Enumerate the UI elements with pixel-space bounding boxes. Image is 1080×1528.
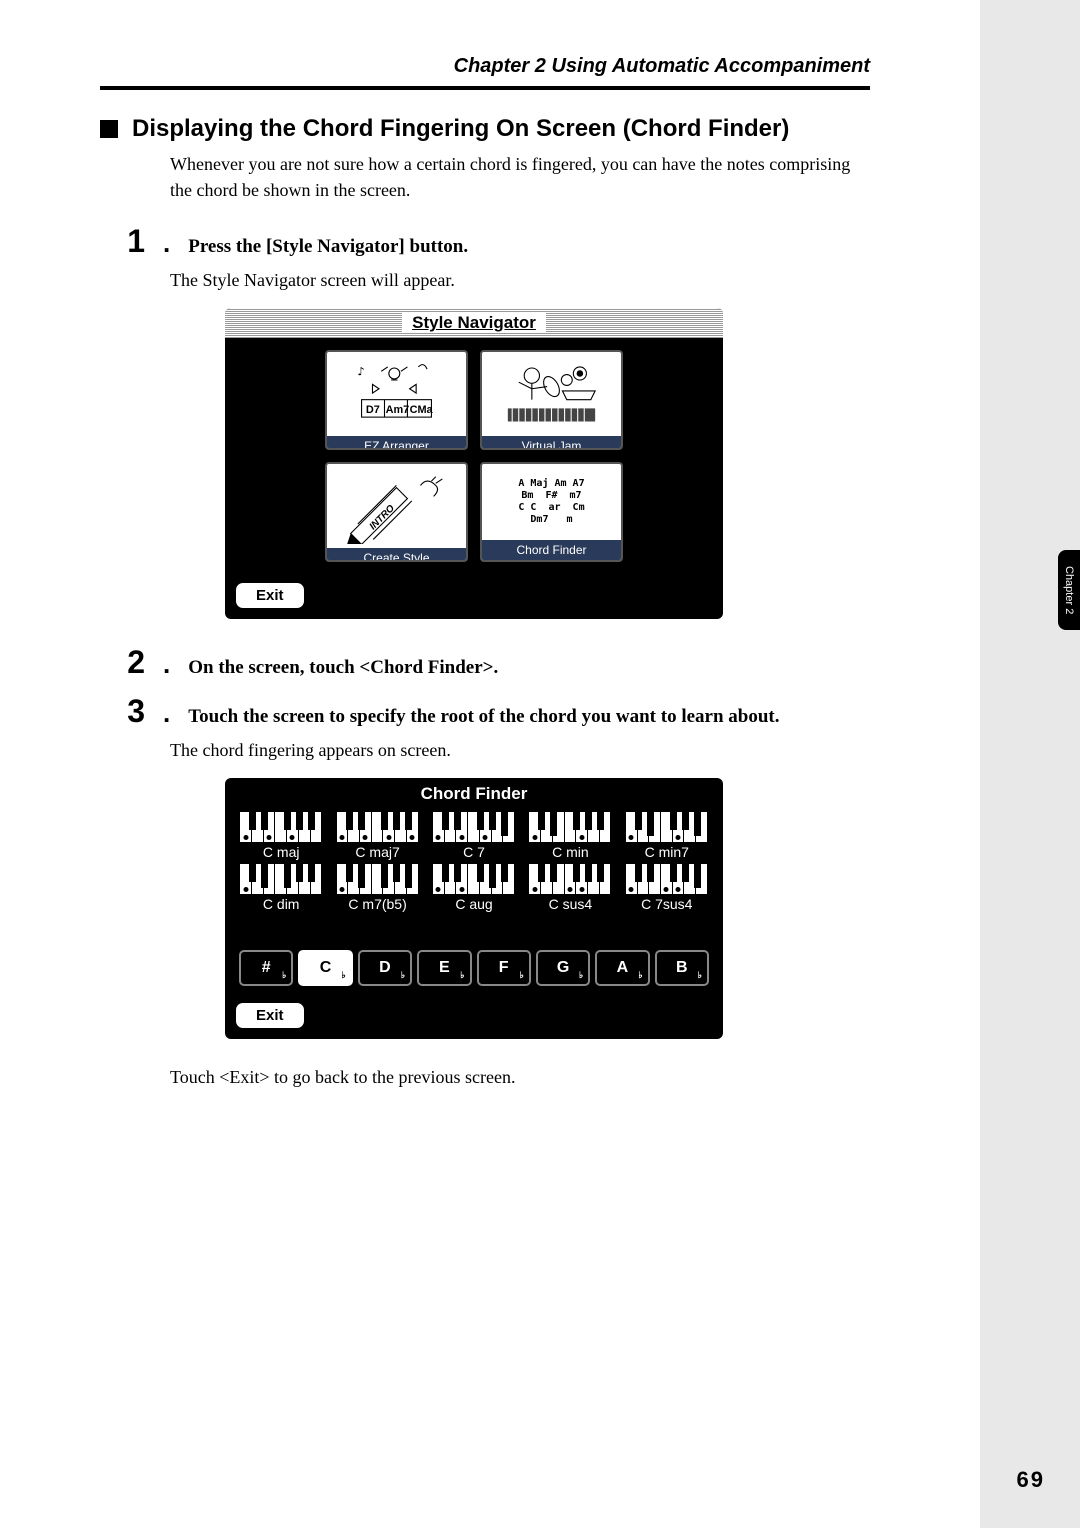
mini-keyboard-icon xyxy=(337,864,419,894)
nav-title-bar: Style Navigator xyxy=(225,308,723,338)
chord-label: C aug xyxy=(432,894,516,912)
side-gutter: Chapter 2 xyxy=(980,0,1080,1528)
page-number: 69 xyxy=(1017,1467,1045,1493)
chord-finder-title: Chord Finder xyxy=(225,778,723,812)
svg-text:CMa: CMa xyxy=(410,404,434,416)
mini-keyboard-icon xyxy=(529,864,611,894)
chord-cell[interactable]: C 7sus4 xyxy=(625,864,709,912)
root-e-button[interactable]: E♭ xyxy=(417,950,471,986)
chord-screen-frame: Chord Finder C maj C maj7 xyxy=(225,778,723,1039)
section-bullet xyxy=(100,120,118,138)
root-b-button[interactable]: B♭ xyxy=(655,950,709,986)
mini-keyboard-icon xyxy=(240,864,322,894)
mini-keyboard-icon xyxy=(433,864,515,894)
closing-text: Touch <Exit> to go back to the previous … xyxy=(170,1064,870,1090)
mini-keyboard-icon xyxy=(433,812,515,842)
mini-keyboard-icon xyxy=(529,812,611,842)
chord-cell[interactable]: C min xyxy=(528,812,612,860)
tile-virtual-jam[interactable]: Virtual Jam xyxy=(480,350,623,450)
chord-footer: Exit xyxy=(225,996,723,1039)
step-3: 3 . Touch the screen to specify the root… xyxy=(100,693,870,731)
chord-cell[interactable]: C aug xyxy=(432,864,516,912)
mini-keyboard-icon xyxy=(626,864,708,894)
nav-screen-frame: Style Navigator ♪ xyxy=(225,308,723,619)
chord-cell[interactable]: C dim xyxy=(239,864,323,912)
chord-cell[interactable]: C maj7 xyxy=(335,812,419,860)
create-style-icon: INTRO xyxy=(331,468,462,544)
tile-ez-arranger[interactable]: ♪ D7 Am7 CMa xyxy=(325,350,468,450)
nav-exit-button[interactable]: Exit xyxy=(235,582,305,609)
tile-cf-label: Chord Finder xyxy=(482,540,621,560)
chord-label: C dim xyxy=(239,894,323,912)
chord-label: C maj xyxy=(239,842,323,860)
step-instruction: Touch the screen to specify the root of … xyxy=(188,704,870,731)
chord-cell[interactable]: C maj xyxy=(239,812,323,860)
step-instruction: On the screen, touch <Chord Finder>. xyxy=(188,655,870,682)
svg-text:D7: D7 xyxy=(366,404,380,416)
tile-cs-label: Create Style xyxy=(327,548,466,562)
chord-cell[interactable]: C m7(b5) xyxy=(335,864,419,912)
root-g-button[interactable]: G♭ xyxy=(536,950,590,986)
step-dot: . xyxy=(163,228,170,259)
tile-vj-label: Virtual Jam xyxy=(482,436,621,450)
chord-finder-screenshot: Chord Finder C maj C maj7 xyxy=(225,778,870,1039)
chapter-side-tab: Chapter 2 xyxy=(1058,550,1080,630)
section-heading-row: Displaying the Chord Fingering On Screen… xyxy=(100,115,870,143)
tile-cf-hint: A Maj Am A7 Bm F# m7 C C ar Cm Dm7 m xyxy=(518,478,584,526)
ez-arranger-icon: ♪ D7 Am7 CMa xyxy=(331,356,462,432)
tile-vj-art xyxy=(482,352,621,436)
style-navigator-screenshot: Style Navigator ♪ xyxy=(225,308,870,619)
chord-label: C 7sus4 xyxy=(625,894,709,912)
section-intro: Whenever you are not sure how a certain … xyxy=(170,151,870,203)
step-dot: . xyxy=(163,698,170,729)
svg-text:♪: ♪ xyxy=(357,365,364,379)
chord-cell[interactable]: C sus4 xyxy=(528,864,612,912)
step-2: 2 . On the screen, touch <Chord Finder>. xyxy=(100,644,870,682)
tile-chord-finder[interactable]: A Maj Am A7 Bm F# m7 C C ar Cm Dm7 m Cho… xyxy=(480,462,623,562)
chord-label: C min7 xyxy=(625,842,709,860)
step-3-sub: The chord fingering appears on screen. xyxy=(170,737,870,763)
tile-cs-art: INTRO xyxy=(327,464,466,548)
root-d-button[interactable]: D♭ xyxy=(358,950,412,986)
step-1: 1 . Press the [Style Navigator] button. xyxy=(100,223,870,261)
chord-label: C maj7 xyxy=(335,842,419,860)
chord-exit-button[interactable]: Exit xyxy=(235,1002,305,1029)
chord-label: C m7(b5) xyxy=(335,894,419,912)
tile-ez-art: ♪ D7 Am7 CMa xyxy=(327,352,466,436)
nav-title: Style Navigator xyxy=(402,313,546,333)
chord-label: C sus4 xyxy=(528,894,612,912)
step-number: 1 xyxy=(100,223,145,260)
svg-text:Am7: Am7 xyxy=(386,404,410,416)
chord-label: C 7 xyxy=(432,842,516,860)
step-1-sub: The Style Navigator screen will appear. xyxy=(170,267,870,293)
chord-cell[interactable]: C 7 xyxy=(432,812,516,860)
page-content: Chapter 2 Using Automatic Accompaniment … xyxy=(100,55,870,1105)
root-note-row: #♭ C♭ D♭ E♭ F♭ G♭ A♭ B♭ xyxy=(225,922,723,996)
chapter-header: Chapter 2 Using Automatic Accompaniment xyxy=(100,55,870,86)
nav-body: ♪ D7 Am7 CMa xyxy=(225,338,723,574)
chord-grid: C maj C maj7 C 7 xyxy=(225,812,723,922)
header-rule xyxy=(100,86,870,90)
chord-label: C min xyxy=(528,842,612,860)
section-title: Displaying the Chord Fingering On Screen… xyxy=(132,115,789,143)
tile-ez-label: EZ Arranger xyxy=(327,436,466,450)
mini-keyboard-icon xyxy=(626,812,708,842)
root-sharp-button[interactable]: #♭ xyxy=(239,950,293,986)
mini-keyboard-icon xyxy=(240,812,322,842)
step-instruction: Press the [Style Navigator] button. xyxy=(188,234,870,261)
step-number: 2 xyxy=(100,644,145,681)
root-a-button[interactable]: A♭ xyxy=(595,950,649,986)
root-f-button[interactable]: F♭ xyxy=(477,950,531,986)
virtual-jam-icon xyxy=(486,356,617,432)
tile-cf-art: A Maj Am A7 Bm F# m7 C C ar Cm Dm7 m xyxy=(482,464,621,540)
mini-keyboard-icon xyxy=(337,812,419,842)
step-number: 3 xyxy=(100,693,145,730)
step-dot: . xyxy=(163,649,170,680)
chord-cell[interactable]: C min7 xyxy=(625,812,709,860)
tile-create-style[interactable]: INTRO Create Style xyxy=(325,462,468,562)
nav-footer: Exit xyxy=(225,574,723,619)
root-c-button[interactable]: C♭ xyxy=(298,950,352,986)
